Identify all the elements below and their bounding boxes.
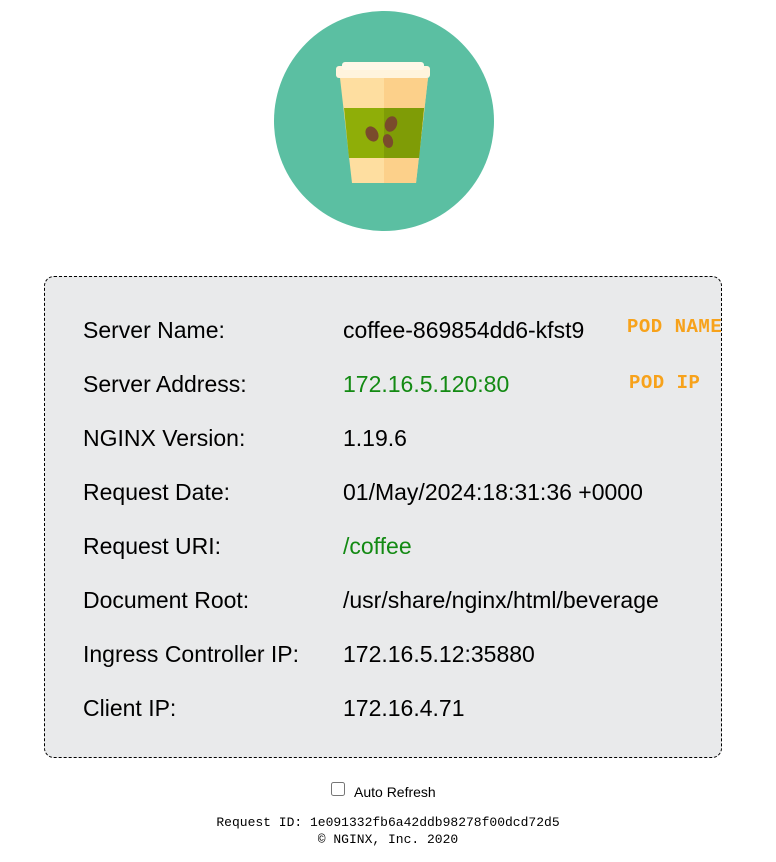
nginx-version-row: NGINX Version: 1.19.6: [45, 423, 721, 453]
coffee-cup-icon: [274, 11, 494, 231]
document-root-row: Document Root: /usr/share/nginx/html/bev…: [45, 585, 721, 615]
server-info-panel: Server Name: coffee-869854dd6-kfst9 Serv…: [44, 276, 722, 758]
request-uri-value: /coffee: [343, 533, 412, 559]
ingress-ip-value: 172.16.5.12:35880: [343, 641, 535, 667]
auto-refresh-label: Auto Refresh: [354, 784, 436, 800]
document-root-value: /usr/share/nginx/html/beverage: [343, 587, 659, 613]
auto-refresh-checkbox[interactable]: [331, 782, 345, 796]
document-root-label: Document Root:: [83, 587, 250, 613]
client-ip-row: Client IP: 172.16.4.71: [45, 693, 721, 723]
request-uri-row: Request URI: /coffee: [45, 531, 721, 561]
coffee-logo: [274, 11, 494, 231]
request-id-text: Request ID: 1e091332fb6a42ddb98278f00dcd…: [216, 815, 560, 830]
ingress-ip-row: Ingress Controller IP: 172.16.5.12:35880: [45, 639, 721, 669]
server-address-label: Server Address:: [83, 371, 247, 397]
client-ip-value: 172.16.4.71: [343, 695, 465, 721]
nginx-version-value: 1.19.6: [343, 425, 407, 451]
request-uri-label: Request URI:: [83, 533, 222, 559]
pod-name-annotation: POD NAME: [627, 316, 723, 338]
nginx-version-label: NGINX Version:: [83, 425, 246, 451]
server-name-value: coffee-869854dd6-kfst9: [343, 317, 585, 343]
request-date-row: Request Date: 01/May/2024:18:31:36 +0000: [45, 477, 721, 507]
request-date-value: 01/May/2024:18:31:36 +0000: [343, 479, 643, 505]
server-name-label: Server Name:: [83, 317, 225, 343]
ingress-ip-label: Ingress Controller IP:: [83, 641, 300, 667]
auto-refresh-control[interactable]: Auto Refresh: [331, 778, 436, 800]
request-date-label: Request Date:: [83, 479, 231, 505]
server-name-row: Server Name: coffee-869854dd6-kfst9: [45, 315, 721, 345]
pod-ip-annotation: POD IP: [629, 372, 701, 394]
copyright-text: © NGINX, Inc. 2020: [317, 832, 459, 847]
server-address-row: Server Address: 172.16.5.120:80: [45, 369, 721, 399]
client-ip-label: Client IP:: [83, 695, 177, 721]
server-address-value: 172.16.5.120:80: [343, 371, 510, 397]
